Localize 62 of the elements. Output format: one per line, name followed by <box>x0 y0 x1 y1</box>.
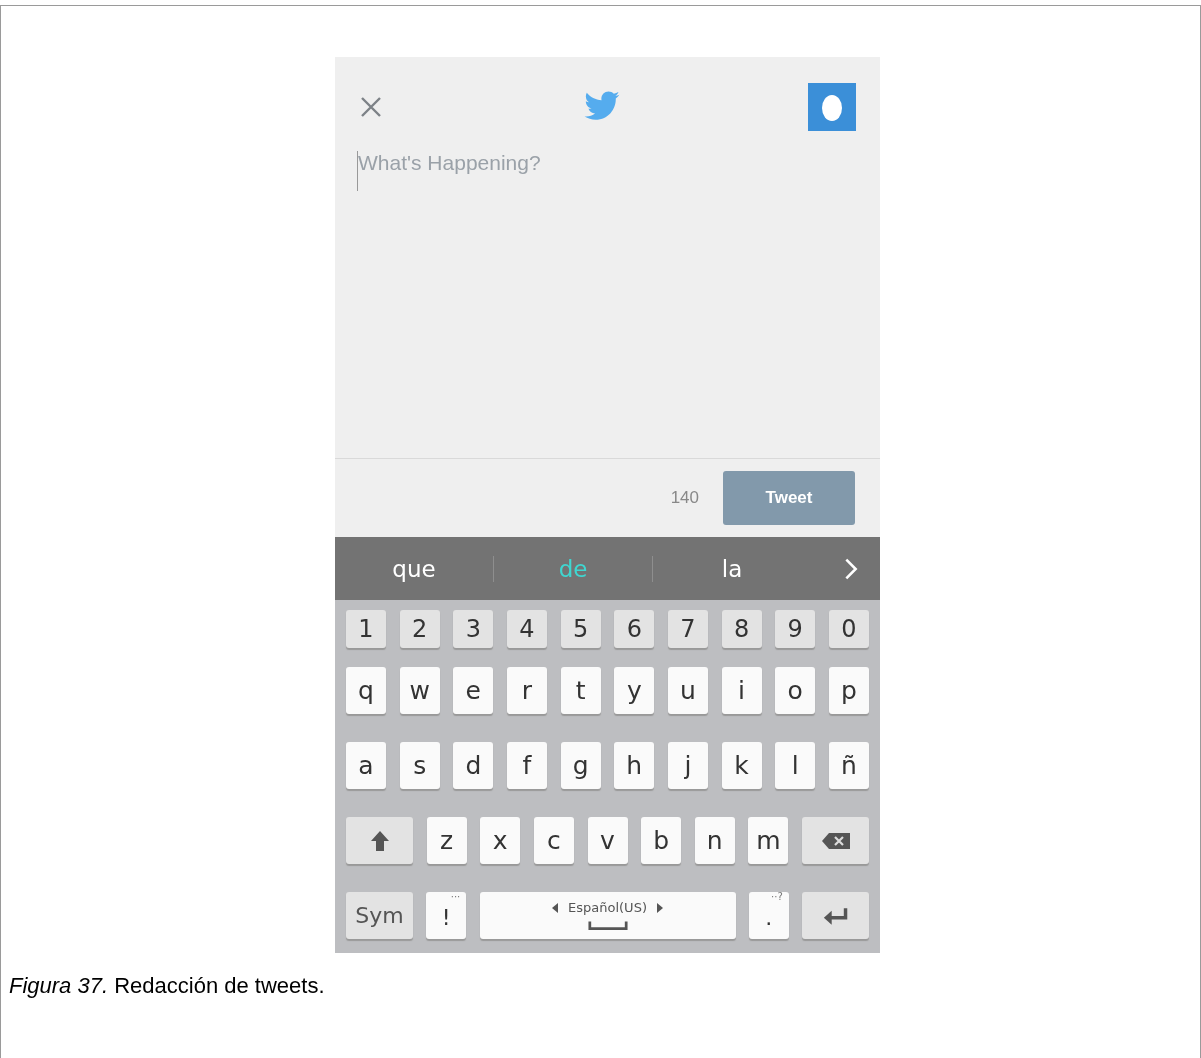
letter-key[interactable]: a <box>346 742 386 789</box>
letter-key[interactable]: l <box>775 742 816 789</box>
backspace-icon <box>820 831 851 850</box>
word-suggestion[interactable]: la <box>653 555 811 582</box>
letter-key[interactable]: e <box>453 667 494 714</box>
number-key[interactable]: 5 <box>560 610 601 648</box>
number-key[interactable]: 7 <box>667 610 708 648</box>
triangle-right-icon <box>656 902 663 913</box>
figure-caption: Figura 37. Redacción de tweets. <box>9 973 326 999</box>
triangle-left-icon <box>552 902 559 913</box>
number-key[interactable]: 0 <box>828 610 869 648</box>
key-hint: ··· <box>450 892 461 902</box>
language-label: Español(US) <box>568 900 647 915</box>
number-key[interactable]: 3 <box>453 610 494 648</box>
letter-key[interactable]: w <box>399 667 440 714</box>
letter-key[interactable]: j <box>667 742 708 789</box>
letter-key[interactable]: i <box>721 667 762 714</box>
letter-key[interactable]: f <box>506 742 547 789</box>
letter-key[interactable]: s <box>399 742 440 789</box>
key-hint: ··? <box>771 892 783 902</box>
letter-key[interactable]: z <box>426 817 467 864</box>
letter-key[interactable]: t <box>560 667 601 714</box>
letter-key[interactable]: h <box>614 742 655 789</box>
shift-key[interactable] <box>346 817 413 864</box>
letter-key[interactable]: n <box>694 817 735 864</box>
number-key[interactable]: 8 <box>721 610 762 648</box>
letter-key[interactable]: x <box>480 817 521 864</box>
letter-key[interactable]: r <box>506 667 547 714</box>
letter-key[interactable]: d <box>453 742 494 789</box>
letter-key[interactable]: o <box>775 667 816 714</box>
number-key[interactable]: 9 <box>775 610 816 648</box>
letter-key[interactable]: c <box>533 817 574 864</box>
key-label: ! <box>441 905 451 930</box>
punctuation-key[interactable]: ··? . <box>748 892 789 939</box>
letter-key[interactable]: m <box>748 817 789 864</box>
word-suggestion[interactable]: que <box>335 555 493 582</box>
number-key[interactable]: 4 <box>506 610 547 648</box>
character-counter: 140 <box>670 488 699 508</box>
key-label: . <box>765 905 773 930</box>
tweet-input-field[interactable]: What's Happening? <box>357 151 858 191</box>
letter-key[interactable]: u <box>667 667 708 714</box>
letter-key[interactable]: ñ <box>828 742 869 789</box>
space-key[interactable]: Español(US) <box>479 892 736 939</box>
close-icon[interactable] <box>359 95 383 119</box>
avatar-icon[interactable] <box>808 83 856 131</box>
letter-key[interactable]: b <box>641 817 682 864</box>
chevron-right-icon[interactable] <box>844 556 858 581</box>
number-key[interactable]: 2 <box>399 610 440 648</box>
letter-key[interactable]: k <box>721 742 762 789</box>
letter-key[interactable]: p <box>828 667 869 714</box>
punctuation-key[interactable]: ··· ! <box>426 892 467 939</box>
letter-key[interactable]: g <box>560 742 601 789</box>
bird-icon <box>582 91 621 123</box>
enter-key[interactable] <box>802 892 869 939</box>
space-bar-icon <box>587 921 628 931</box>
backspace-key[interactable] <box>802 817 869 864</box>
number-key[interactable]: 1 <box>346 610 386 648</box>
letter-key[interactable]: q <box>346 667 386 714</box>
letter-key[interactable]: v <box>587 817 628 864</box>
letter-key[interactable]: y <box>614 667 655 714</box>
number-key[interactable]: 6 <box>614 610 655 648</box>
symbols-key[interactable]: Sym <box>346 892 413 939</box>
